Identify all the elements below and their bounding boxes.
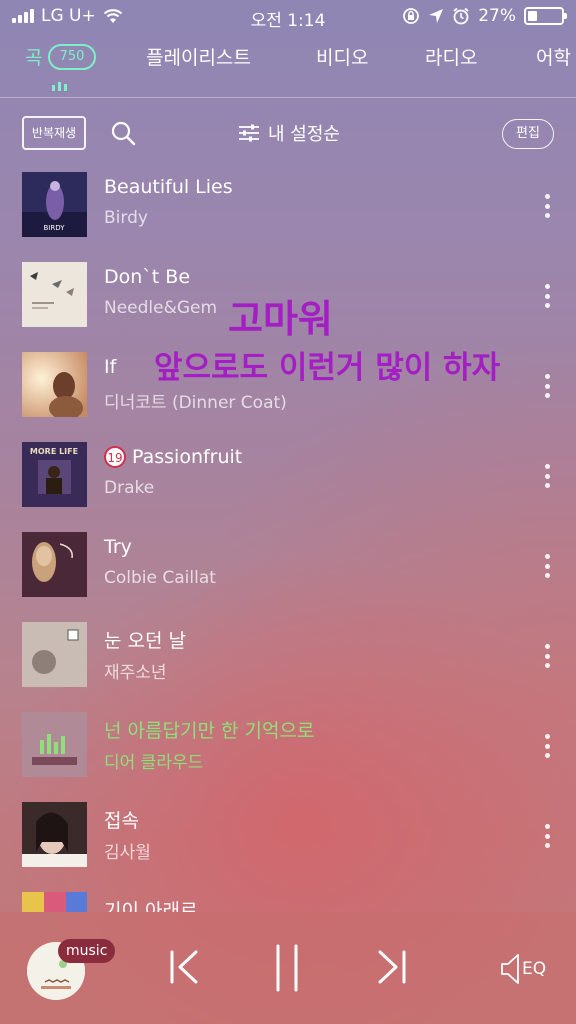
song-title: Try bbox=[104, 536, 132, 558]
song-title: 기이 아래르 bbox=[104, 896, 197, 912]
more-options-icon[interactable] bbox=[540, 644, 554, 668]
battery-icon bbox=[524, 7, 567, 25]
speaker-icon bbox=[501, 954, 519, 984]
song-title-text: If bbox=[104, 356, 117, 378]
song-row[interactable]: 눈 오던 날 재주소년 bbox=[0, 616, 576, 706]
more-options-icon[interactable] bbox=[540, 554, 554, 578]
song-row-now-playing[interactable]: 넌 아름답기만 한 기억으로 디어 클라우드 bbox=[0, 706, 576, 796]
tab-radio[interactable]: 라디오 bbox=[425, 43, 477, 70]
category-tabs: 곡 750 플레이리스트 비디오 라디오 어학 bbox=[0, 38, 576, 98]
sort-label: 내 설정순 bbox=[268, 124, 340, 145]
song-title-text: 넌 아름답기만 한 기억으로 bbox=[104, 720, 315, 742]
song-row[interactable]: BIRDY Beautiful Lies Birdy bbox=[0, 166, 576, 256]
status-bar: LG U+ 오전 1:14 27% bbox=[0, 0, 576, 34]
song-title-text: 접속 bbox=[104, 810, 139, 832]
sort-button[interactable]: 내 설정순 bbox=[238, 120, 340, 146]
song-row[interactable]: 접속 김사월 bbox=[0, 796, 576, 886]
tab-songs[interactable]: 곡 bbox=[25, 43, 42, 70]
more-options-icon[interactable] bbox=[540, 284, 554, 308]
album-art bbox=[22, 352, 87, 417]
album-art: BIRDY bbox=[22, 172, 87, 237]
song-count-badge: 750 bbox=[48, 44, 96, 70]
song-row[interactable]: Try Colbie Caillat bbox=[0, 526, 576, 616]
album-art bbox=[22, 532, 87, 597]
album-art bbox=[22, 892, 87, 912]
song-title-text: Don`t Be bbox=[104, 266, 191, 288]
tab-language[interactable]: 어학 bbox=[536, 43, 571, 70]
search-icon[interactable] bbox=[110, 120, 136, 146]
album-art: MORE LIFE bbox=[22, 442, 87, 507]
song-title: If bbox=[104, 356, 116, 378]
song-row[interactable]: MORE LIFE 19 Passionfruit Drake bbox=[0, 436, 576, 526]
overlay-text-thanks: 고마워 bbox=[228, 297, 333, 341]
album-art bbox=[22, 262, 87, 327]
now-playing-indicator-icon bbox=[52, 82, 67, 91]
song-title: 접속 bbox=[104, 806, 139, 833]
song-title-text: 눈 오던 날 bbox=[104, 630, 186, 652]
song-artist: Needle&Gem bbox=[104, 298, 218, 318]
song-list: BIRDY Beautiful Lies Birdy Don`t Be Need… bbox=[0, 166, 576, 912]
song-artist: 디너코트 (Dinner Coat) bbox=[104, 393, 287, 413]
location-icon bbox=[429, 9, 444, 23]
song-row[interactable]: 기이 아래르 bbox=[0, 886, 576, 912]
song-title: 눈 오던 날 bbox=[104, 626, 186, 653]
music-badge: music bbox=[58, 939, 116, 963]
eq-button[interactable]: EQ bbox=[500, 952, 546, 986]
song-title-text: 기이 아래르 bbox=[104, 900, 198, 912]
overlay-text-message: 앞으로도 이런거 많이 하자 bbox=[154, 350, 501, 386]
song-title: 넌 아름답기만 한 기억으로 bbox=[104, 716, 314, 743]
album-art bbox=[22, 622, 87, 687]
previous-track-icon[interactable] bbox=[168, 950, 200, 984]
album-art bbox=[22, 802, 87, 867]
more-options-icon[interactable] bbox=[540, 374, 554, 398]
tab-playlist[interactable]: 플레이리스트 bbox=[146, 43, 251, 70]
eq-label: EQ bbox=[522, 959, 547, 979]
tab-video[interactable]: 비디오 bbox=[316, 43, 368, 70]
age-restriction-badge: 19 bbox=[104, 446, 126, 468]
song-title: 19 Passionfruit bbox=[104, 446, 242, 468]
more-options-icon[interactable] bbox=[540, 734, 554, 758]
status-right: 27% bbox=[402, 6, 567, 26]
song-title: Beautiful Lies bbox=[104, 176, 233, 198]
song-artist: 디어 클라우드 bbox=[104, 753, 204, 773]
list-toolbar: 반복재생 내 설정순 편집 bbox=[0, 112, 576, 156]
song-artist: Colbie Caillat bbox=[104, 568, 216, 588]
sort-settings-icon bbox=[239, 124, 259, 142]
more-options-icon[interactable] bbox=[540, 824, 554, 848]
song-artist: Drake bbox=[104, 478, 155, 498]
song-title-text: Try bbox=[104, 536, 132, 558]
album-art bbox=[22, 712, 87, 777]
edit-button[interactable]: 편집 bbox=[502, 119, 554, 149]
more-options-icon[interactable] bbox=[540, 464, 554, 488]
song-artist: Birdy bbox=[104, 208, 148, 228]
song-title-text: Beautiful Lies bbox=[104, 176, 233, 198]
orientation-lock-icon bbox=[403, 8, 420, 24]
song-title-text: Passionfruit bbox=[132, 446, 243, 468]
battery-fill bbox=[528, 11, 537, 21]
pause-icon[interactable] bbox=[274, 944, 300, 992]
repeat-button[interactable]: 반복재생 bbox=[22, 116, 86, 150]
song-title: Don`t Be bbox=[104, 266, 190, 288]
more-options-icon[interactable] bbox=[540, 194, 554, 218]
battery-percent: 27% bbox=[478, 6, 516, 26]
mini-player: music EQ bbox=[0, 912, 576, 1024]
song-artist: 김사월 bbox=[104, 843, 151, 863]
svg-text:MORE LIFE: MORE LIFE bbox=[30, 447, 78, 456]
svg-text:BIRDY: BIRDY bbox=[43, 224, 65, 232]
song-artist: 재주소년 bbox=[104, 663, 167, 683]
alarm-icon bbox=[453, 7, 469, 25]
next-track-icon[interactable] bbox=[376, 950, 408, 984]
